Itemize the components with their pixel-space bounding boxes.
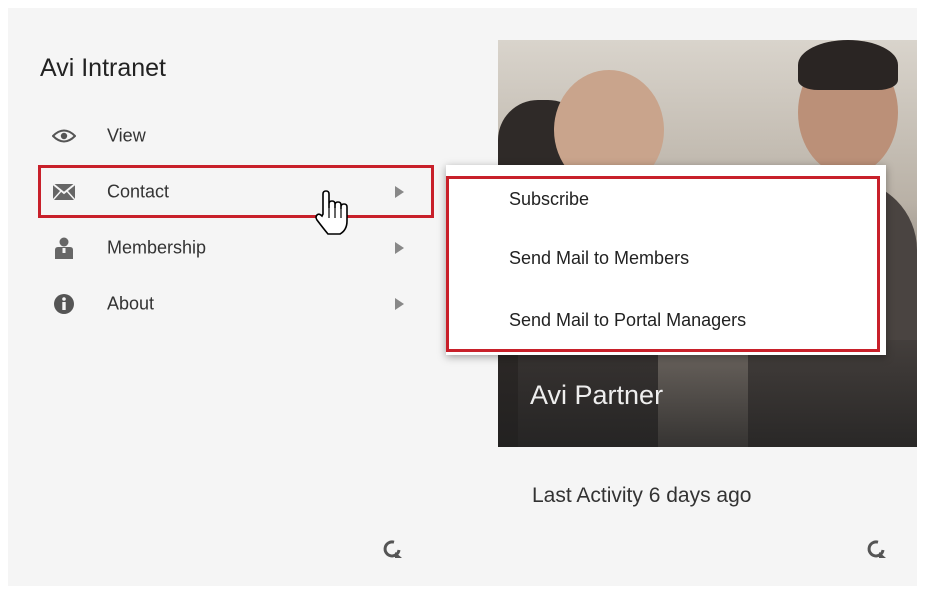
- last-activity-text: Last Activity 6 days ago: [532, 484, 752, 507]
- menu-item-membership[interactable]: Membership: [38, 220, 434, 276]
- refresh-icon[interactable]: [866, 538, 888, 560]
- submenu-arrow-icon: [395, 242, 404, 254]
- refresh-icon[interactable]: [382, 538, 404, 560]
- menu-item-contact[interactable]: Contact: [38, 165, 434, 218]
- info-icon: [52, 292, 76, 316]
- menu-item-view[interactable]: View: [38, 108, 434, 164]
- person-icon: [52, 236, 76, 260]
- submenu-arrow-icon: [395, 185, 404, 198]
- eye-icon: [52, 124, 76, 148]
- submenu-highlight: [446, 176, 880, 352]
- menu-item-label: Membership: [107, 237, 207, 258]
- hand-cursor-icon: [311, 190, 353, 236]
- menu-item-about[interactable]: About: [38, 276, 434, 332]
- menu-item-label: View: [107, 125, 146, 146]
- site-menu: View Contact Membership About: [38, 108, 434, 332]
- menu-item-label: About: [107, 293, 155, 314]
- envelope-icon: [52, 180, 76, 204]
- menu-item-label: Contact: [107, 181, 170, 201]
- site-title: Avi Intranet: [40, 54, 167, 82]
- submenu-arrow-icon: [395, 298, 404, 310]
- hair-shape: [798, 40, 898, 90]
- site-name-label: Avi Partner: [530, 380, 664, 410]
